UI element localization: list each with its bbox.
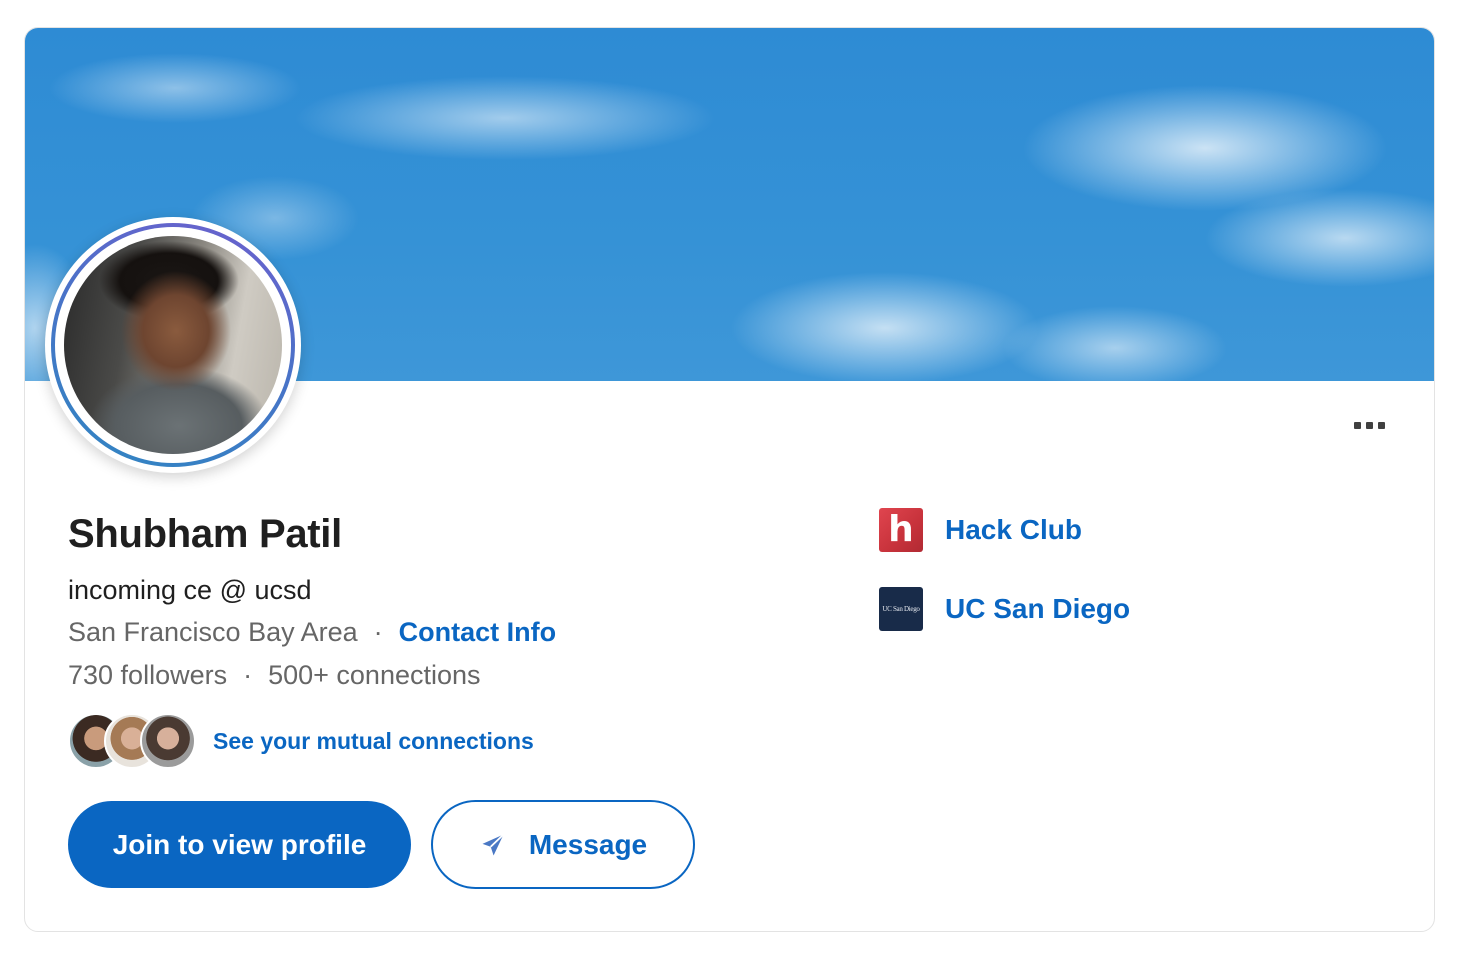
mutual-avatar (140, 713, 196, 769)
ellipsis-icon (1365, 421, 1373, 429)
mutual-connections: See your mutual connections (68, 713, 534, 769)
message-button[interactable]: Message (431, 800, 695, 889)
profile-photo (64, 236, 282, 454)
message-label: Message (528, 828, 648, 860)
avatar[interactable] (45, 217, 301, 473)
uc-san-diego-logo: UC San Diego (879, 587, 923, 631)
avatar-border (55, 227, 291, 463)
stats-row: 730 followers · 500+ connections (68, 660, 481, 691)
avatar-ring (51, 223, 295, 467)
send-icon (482, 833, 504, 855)
separator-dot: · (373, 617, 383, 647)
org-hack-club[interactable]: h Hack Club (879, 508, 1082, 552)
more-options-button[interactable] (1343, 410, 1395, 440)
org-name: UC San Diego (945, 593, 1131, 624)
org-uc-san-diego[interactable]: UC San Diego UC San Diego (879, 587, 1130, 631)
location-row: San Francisco Bay Area · Contact Info (68, 617, 556, 648)
mutual-avatars[interactable] (68, 713, 198, 769)
profile-headline: incoming ce @ ucsd (68, 575, 312, 605)
hack-club-logo: h (879, 508, 923, 552)
mutual-connections-link[interactable]: See your mutual connections (213, 728, 534, 755)
profile-card (24, 27, 1435, 932)
separator-dot: · (243, 660, 253, 690)
org-name: Hack Club (945, 514, 1082, 545)
connections-count: 500+ connections (268, 660, 481, 690)
contact-info-link[interactable]: Contact Info (399, 617, 556, 648)
location-text: San Francisco Bay Area (68, 617, 358, 647)
profile-name: Shubham Patil (68, 512, 342, 556)
ellipsis-icon (1377, 421, 1385, 429)
ellipsis-icon (1353, 421, 1361, 429)
join-to-view-profile-button[interactable]: Join to view profile (68, 801, 411, 888)
followers-count: 730 followers (68, 660, 228, 690)
